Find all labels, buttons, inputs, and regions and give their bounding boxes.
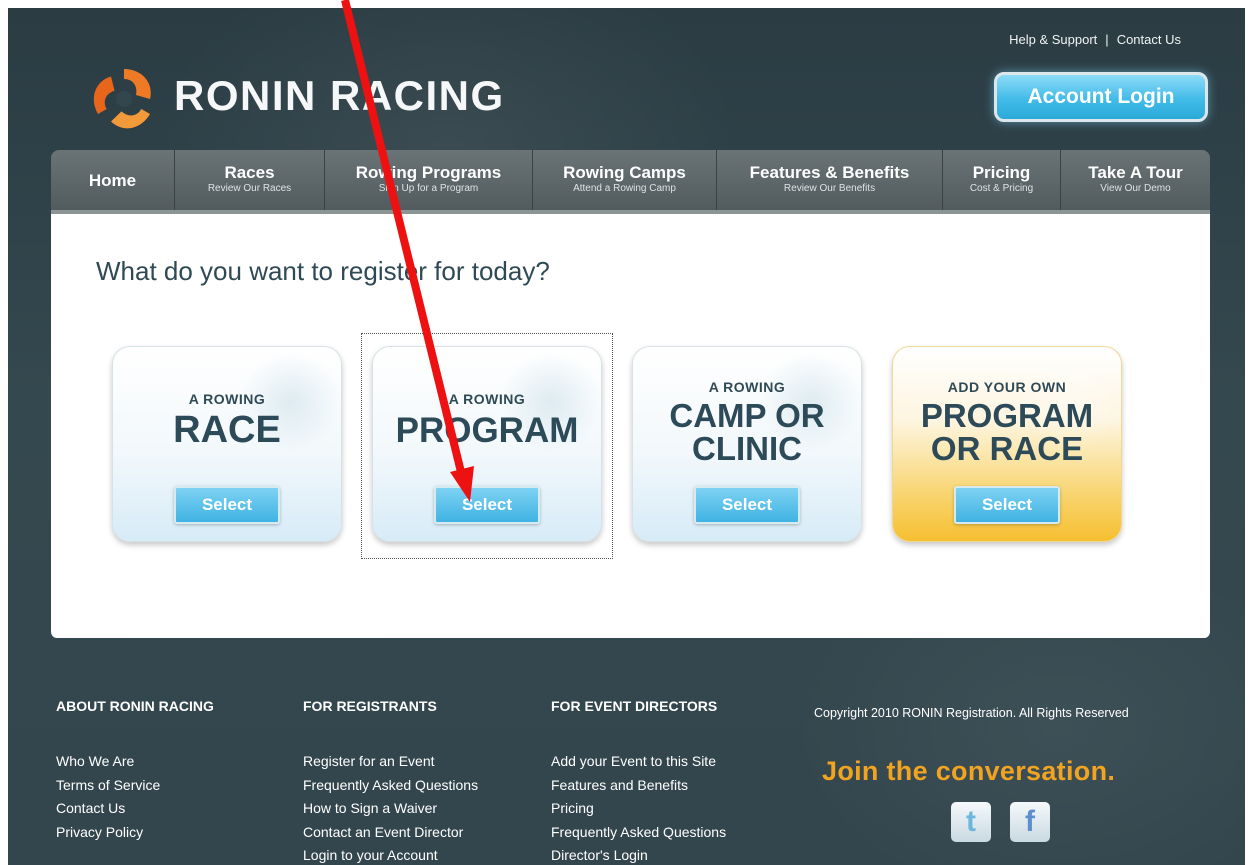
brand-name: RONIN RACING	[174, 72, 505, 119]
card-add-small: ADD YOUR OWN	[947, 379, 1067, 395]
footer-link-privacy[interactable]: Privacy Policy	[56, 821, 214, 845]
nav-home-title: Home	[88, 171, 137, 190]
top-links-separator: |	[1105, 32, 1109, 47]
copyright-text: Copyright 2010 RONIN Registration. All R…	[814, 706, 1129, 720]
footer-link-register-event[interactable]: Register for an Event	[303, 750, 478, 774]
card-rowing-camp[interactable]: A ROWING CAMP OR CLINIC Select	[632, 346, 862, 542]
page-heading: What do you want to register for today?	[96, 256, 550, 286]
nav-pricing[interactable]: Pricing Cost & Pricing	[943, 150, 1061, 210]
footer-link-contact[interactable]: Contact Us	[56, 797, 214, 821]
footer-directors-heading: FOR EVENT DIRECTORS	[551, 698, 718, 714]
nav-races-subtitle: Review Our Races	[207, 183, 292, 194]
top-links: Help & Support | Contact Us	[1009, 32, 1181, 47]
nav-rowing-camps-subtitle: Attend a Rowing Camp	[573, 183, 676, 194]
facebook-icon[interactable]: f	[1010, 802, 1050, 842]
contact-us-link[interactable]: Contact Us	[1117, 32, 1181, 47]
nav-rowing-programs[interactable]: Rowing Programs Sign Up for a Program	[325, 150, 533, 210]
footer-directors: FOR EVENT DIRECTORS Add your Event to th…	[551, 698, 726, 865]
card-camp-big-line2: CLINIC	[692, 430, 802, 467]
nav-races[interactable]: Races Review Our Races	[175, 150, 325, 210]
card-camp-big-line1: CAMP OR	[669, 397, 825, 434]
card-rowing-race[interactable]: A ROWING RACE Select	[112, 346, 342, 542]
main-panel: What do you want to register for today? …	[51, 214, 1210, 638]
card-race-big: RACE	[173, 409, 281, 451]
card-program-big: PROGRAM	[395, 411, 579, 450]
logo[interactable]: RONIN RACING	[86, 64, 606, 134]
help-support-link[interactable]: Help & Support	[1009, 32, 1097, 47]
footer-link-add-event[interactable]: Add your Event to this Site	[551, 750, 726, 774]
nav-rowing-camps-title: Rowing Camps	[563, 163, 686, 182]
card-program-small: A ROWING	[448, 391, 526, 407]
select-camp-button[interactable]: Select	[694, 486, 800, 524]
card-camp-small: A ROWING	[708, 379, 786, 395]
nav-features-benefits[interactable]: Features & Benefits Review Our Benefits	[717, 150, 943, 210]
footer-about-heading: ABOUT RONIN RACING	[56, 698, 214, 714]
nav-take-a-tour[interactable]: Take A Tour View Our Demo	[1061, 150, 1210, 210]
nav-take-a-tour-subtitle: View Our Demo	[1100, 183, 1171, 194]
footer-link-terms[interactable]: Terms of Service	[56, 774, 214, 798]
footer-link-director-faq[interactable]: Frequently Asked Questions	[551, 821, 726, 845]
nav-pricing-subtitle: Cost & Pricing	[969, 183, 1034, 194]
nav-rowing-programs-subtitle: Sign Up for a Program	[378, 183, 479, 194]
nav-home[interactable]: Home	[51, 150, 175, 210]
nav-features-benefits-subtitle: Review Our Benefits	[783, 183, 876, 194]
select-program-button[interactable]: Select	[434, 486, 540, 524]
select-race-button[interactable]: Select	[174, 486, 280, 524]
main-nav: Home Races Review Our Races Rowing Progr…	[51, 150, 1210, 214]
footer-about: ABOUT RONIN RACING Who We Are Terms of S…	[56, 698, 214, 844]
join-conversation-text: Join the conversation.	[822, 756, 1116, 786]
footer-link-who-we-are[interactable]: Who We Are	[56, 750, 214, 774]
page-background: Help & Support | Contact Us RONIN RACING A…	[8, 8, 1245, 865]
ronin-swirl-icon	[93, 69, 151, 129]
nav-features-benefits-title: Features & Benefits	[749, 163, 910, 182]
footer-registrants-heading: FOR REGISTRANTS	[303, 698, 437, 714]
card-add-your-own[interactable]: ADD YOUR OWN PROGRAM OR RACE Select	[892, 346, 1122, 542]
twitter-icon[interactable]: t	[951, 802, 991, 842]
select-add-own-button[interactable]: Select	[954, 486, 1060, 524]
card-add-big-line1: PROGRAM	[920, 397, 1094, 434]
footer-link-contact-director[interactable]: Contact an Event Director	[303, 821, 478, 845]
nav-races-title: Races	[224, 163, 275, 182]
card-rowing-program[interactable]: A ROWING PROGRAM Select	[372, 346, 602, 542]
nav-rowing-camps[interactable]: Rowing Camps Attend a Rowing Camp	[533, 150, 717, 210]
card-race-small: A ROWING	[188, 391, 266, 407]
nav-rowing-programs-title: Rowing Programs	[355, 163, 502, 182]
footer-registrants: FOR REGISTRANTS Register for an Event Fr…	[303, 698, 478, 865]
card-add-big-line2: OR RACE	[930, 430, 1084, 467]
nav-take-a-tour-title: Take A Tour	[1088, 163, 1183, 182]
footer-link-sign-waiver[interactable]: How to Sign a Waiver	[303, 797, 478, 821]
nav-pricing-title: Pricing	[972, 163, 1031, 182]
footer-link-director-login[interactable]: Director's Login	[551, 844, 726, 865]
footer-link-login-account[interactable]: Login to your Account	[303, 844, 478, 865]
footer-link-pricing[interactable]: Pricing	[551, 797, 726, 821]
account-login-button[interactable]: Account Login	[994, 72, 1208, 122]
footer-link-faq[interactable]: Frequently Asked Questions	[303, 774, 478, 798]
footer-link-features[interactable]: Features and Benefits	[551, 774, 726, 798]
